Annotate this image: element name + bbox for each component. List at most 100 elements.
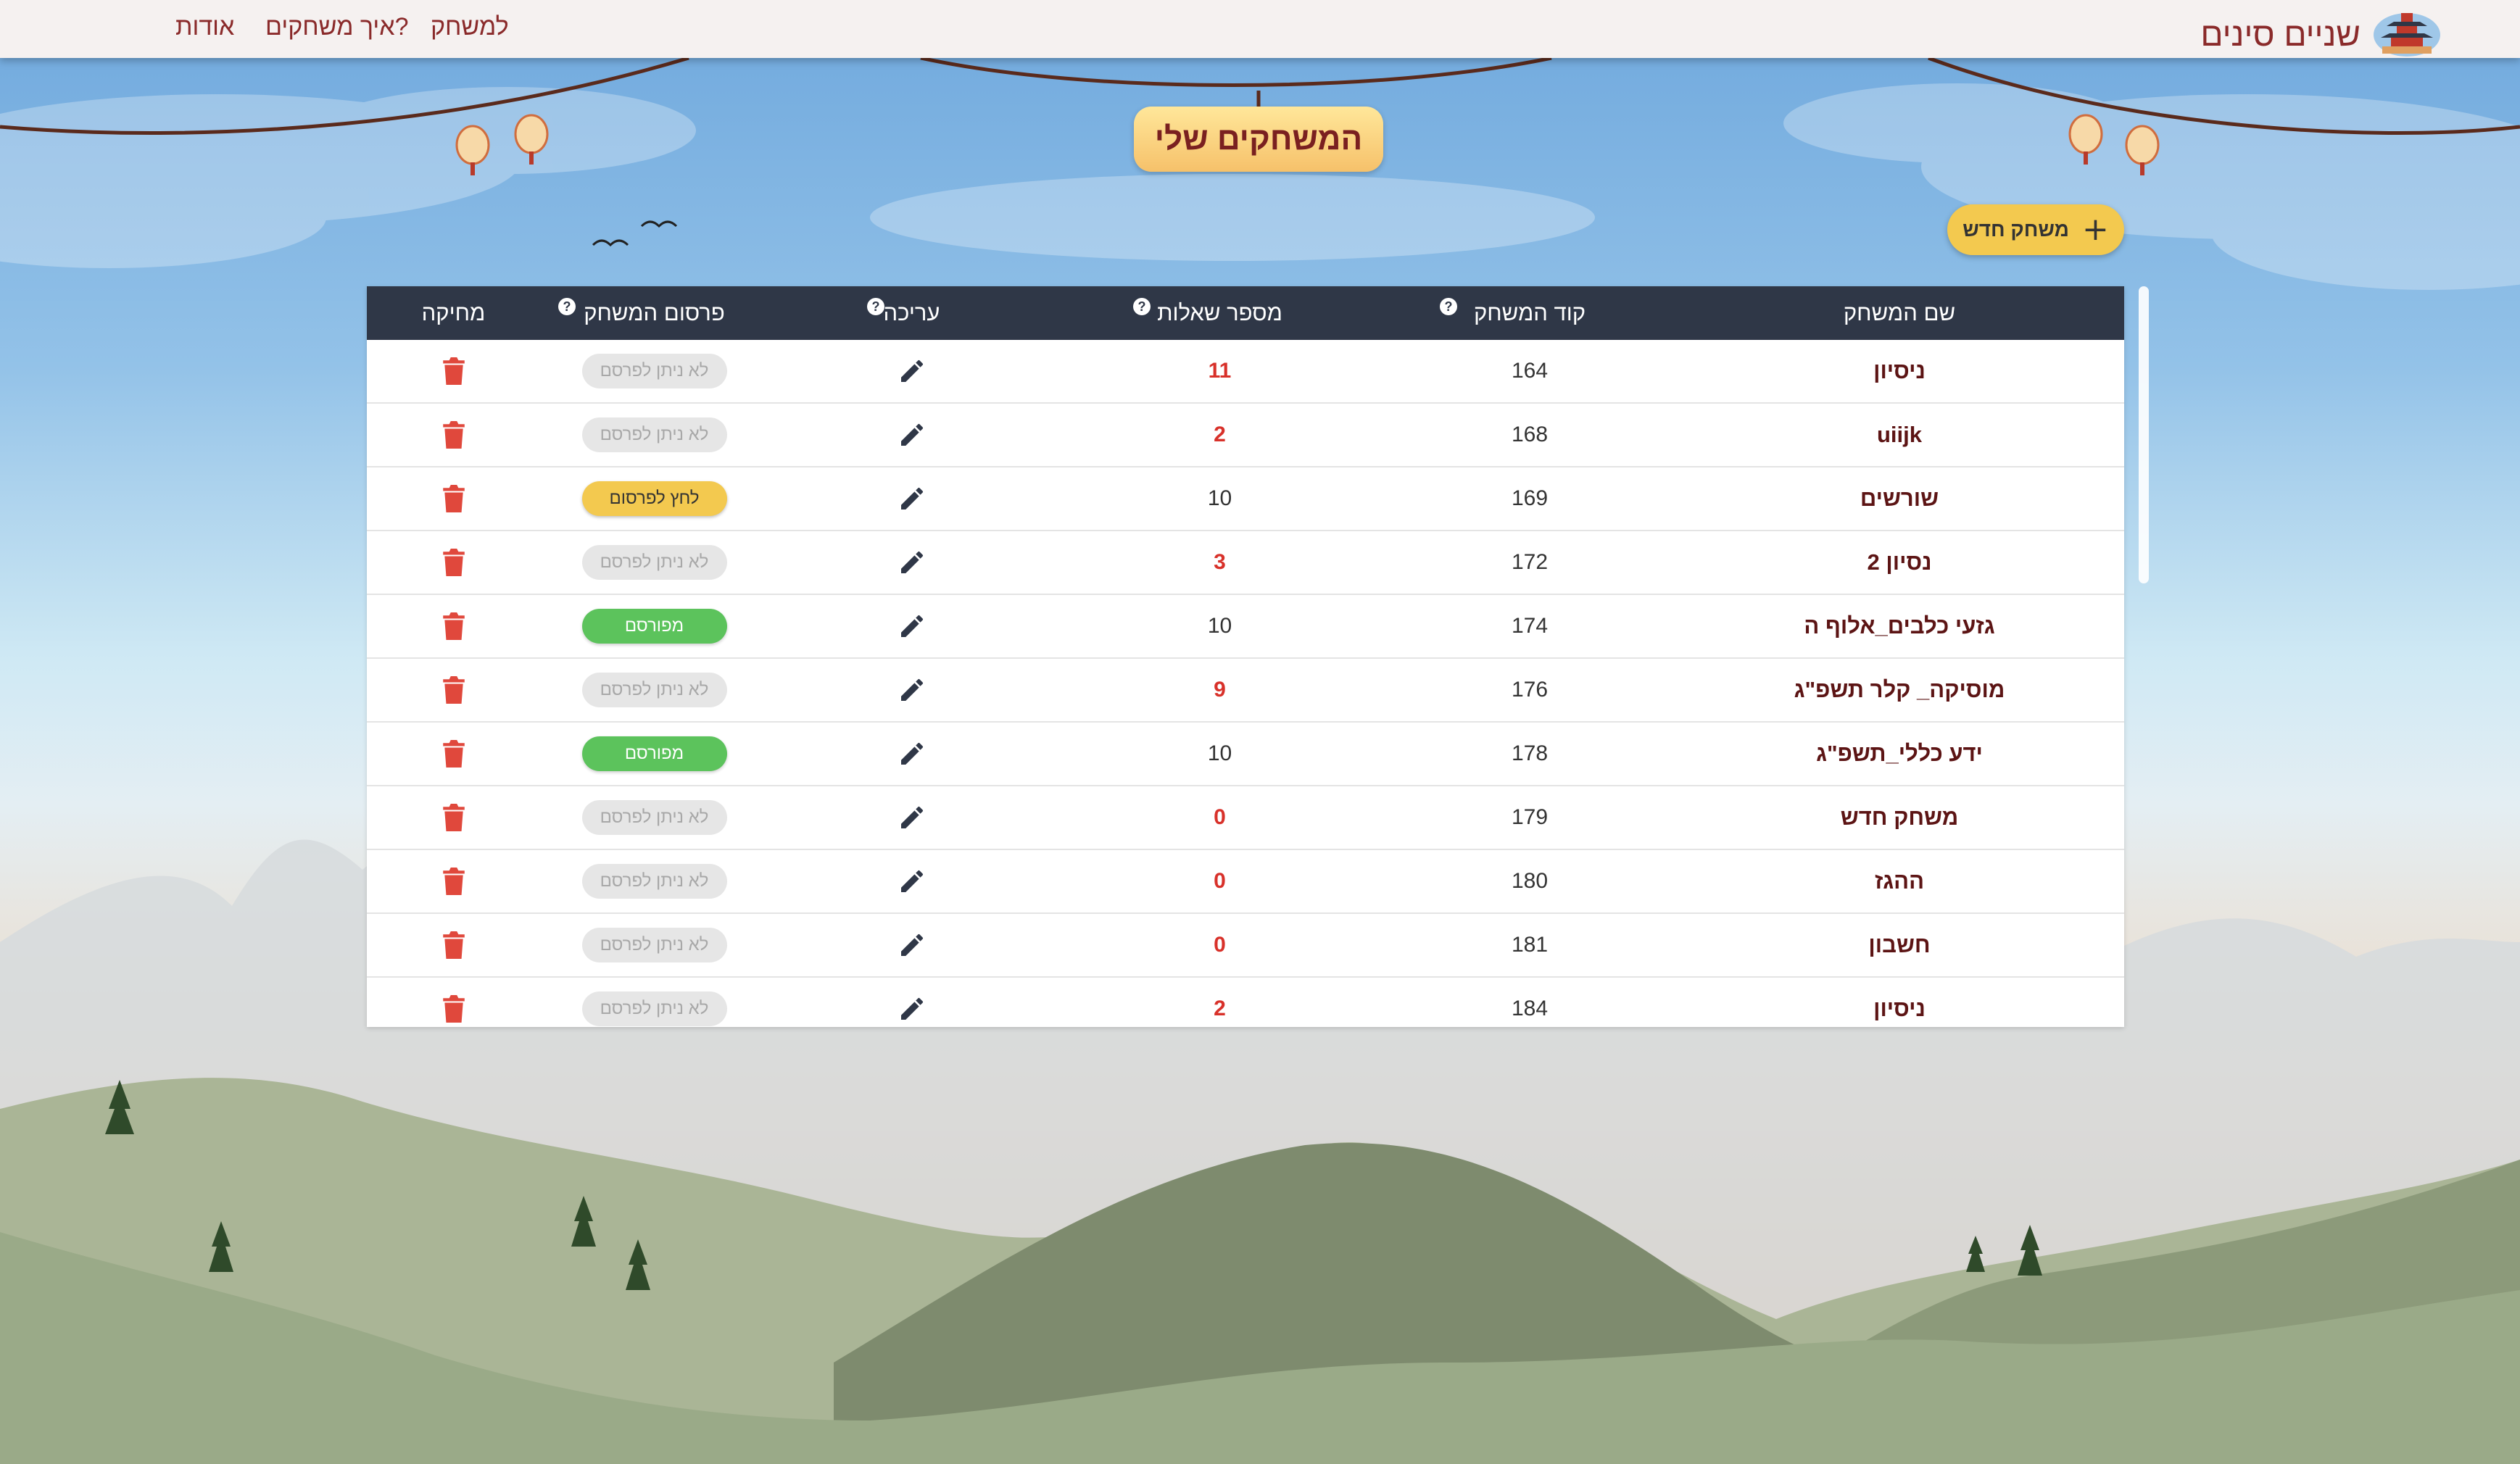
table-row: שורשים 169 10 לחץ לפרסום (367, 467, 2124, 531)
edit-cell (768, 531, 1055, 594)
game-code: 180 (1511, 869, 1549, 893)
publish-button: לא ניתן לפרסם (581, 417, 727, 452)
brand[interactable]: שניים סינים (2200, 9, 2442, 59)
code-cell: 178 (1385, 723, 1675, 785)
pencil-icon[interactable] (898, 931, 927, 960)
trash-icon[interactable] (442, 357, 465, 385)
pencil-icon[interactable] (898, 675, 927, 704)
pencil-icon[interactable] (898, 612, 927, 641)
code-cell: 179 (1385, 786, 1675, 849)
code-cell: 180 (1385, 850, 1675, 912)
name-cell: נסיון 2 (1675, 531, 2124, 594)
pencil-icon[interactable] (898, 420, 927, 449)
trash-icon[interactable] (442, 868, 465, 895)
game-code: 174 (1511, 614, 1549, 638)
pencil-icon[interactable] (898, 357, 927, 386)
help-icon[interactable]: ? (1133, 298, 1151, 315)
name-cell: uiijk (1675, 404, 2124, 466)
new-game-button[interactable]: + משחק חדש (1947, 204, 2124, 255)
table-row: נסיון 2 172 3 לא ניתן לפרסם (367, 531, 2124, 595)
publish-button: לא ניתן לפרסם (581, 928, 727, 962)
help-icon[interactable]: ? (1440, 298, 1457, 315)
table-scrollbar[interactable] (2139, 286, 2149, 583)
delete-cell (367, 850, 540, 912)
edit-cell (768, 659, 1055, 721)
trash-icon[interactable] (442, 804, 465, 831)
table-row: מוסיקה_ קלר תשפ"ג 176 9 לא ניתן לפרסם (367, 659, 2124, 723)
plus-icon: + (2081, 211, 2109, 248)
header-code-label: קוד המשחק (1473, 300, 1586, 325)
pencil-icon[interactable] (898, 994, 927, 1023)
trash-icon[interactable] (442, 995, 465, 1023)
questions-cell: 0 (1055, 850, 1385, 912)
publish-cell: לא ניתן לפרסם (540, 659, 768, 721)
pencil-icon[interactable] (898, 484, 927, 513)
questions-cell: 10 (1055, 467, 1385, 530)
table-row: חשבון 181 0 לא ניתן לפרסם (367, 914, 2124, 978)
header-publish-label: פרסום המשחק (584, 300, 725, 325)
code-cell: 176 (1385, 659, 1675, 721)
game-name: גזעי כלבים_אלוף ה (1804, 613, 1995, 639)
question-count: 0 (1214, 933, 1226, 957)
help-icon[interactable]: ? (867, 298, 884, 315)
question-count: 10 (1207, 741, 1232, 765)
game-name: נסיון 2 (1867, 549, 1932, 575)
publish-cell: לא ניתן לפרסם (540, 914, 768, 976)
edit-cell (768, 978, 1055, 1027)
game-code: 169 (1511, 486, 1549, 510)
game-code: 168 (1511, 423, 1549, 446)
publish-cell: לא ניתן לפרסם (540, 404, 768, 466)
question-count: 3 (1214, 550, 1226, 574)
publish-cell: מפורסם (540, 595, 768, 657)
game-name: ניסיון (1873, 996, 1926, 1021)
pencil-icon[interactable] (898, 867, 927, 896)
help-icon[interactable]: ? (558, 298, 576, 315)
game-name: ניסיון (1873, 358, 1926, 383)
new-game-label: משחק חדש (1962, 218, 2069, 241)
code-cell: 169 (1385, 467, 1675, 530)
publish-cell: לא ניתן לפרסם (540, 786, 768, 849)
publish-button: לא ניתן לפרסם (581, 991, 727, 1026)
trash-icon[interactable] (442, 549, 465, 576)
brand-title: שניים סינים (2200, 15, 2361, 53)
trash-icon[interactable] (442, 676, 465, 704)
table-row: ידע כללי_תשפ"ג 178 10 מפורסם (367, 723, 2124, 786)
trash-icon[interactable] (442, 740, 465, 768)
trash-icon[interactable] (442, 485, 465, 512)
nav-link-about[interactable]: אודות (175, 13, 234, 41)
code-cell: 184 (1385, 978, 1675, 1027)
question-count: 2 (1214, 997, 1226, 1020)
nav-link-how-to-play[interactable]: איך משחקים? (265, 13, 409, 41)
edit-cell (768, 723, 1055, 785)
games-table: שם המשחק קוד המשחק ? מספר שאלות ? עריכה … (367, 286, 2124, 1027)
questions-cell: 0 (1055, 914, 1385, 976)
game-code: 184 (1511, 997, 1549, 1020)
name-cell: ניסיון (1675, 978, 2124, 1027)
game-code: 172 (1511, 550, 1549, 574)
questions-cell: 2 (1055, 978, 1385, 1027)
trash-icon[interactable] (442, 421, 465, 449)
publish-cell: לחץ לפרסום (540, 467, 768, 530)
name-cell: גזעי כלבים_אלוף ה (1675, 595, 2124, 657)
publish-button[interactable]: לחץ לפרסום (581, 481, 727, 516)
nav-link-to-game[interactable]: למשחק (431, 13, 509, 41)
publish-button: מפורסם (581, 609, 727, 644)
delete-cell (367, 340, 540, 402)
code-cell: 164 (1385, 340, 1675, 402)
pencil-icon[interactable] (898, 548, 927, 577)
questions-cell: 9 (1055, 659, 1385, 721)
pencil-icon[interactable] (898, 739, 927, 768)
name-cell: מוסיקה_ קלר תשפ"ג (1675, 659, 2124, 721)
header-code: קוד המשחק ? (1385, 286, 1675, 340)
pencil-icon[interactable] (898, 803, 927, 832)
trash-icon[interactable] (442, 931, 465, 959)
header-edit: עריכה ? (768, 286, 1055, 340)
game-name: uiijk (1877, 422, 1923, 447)
trash-icon[interactable] (442, 612, 465, 640)
delete-cell (367, 659, 540, 721)
code-cell: 168 (1385, 404, 1675, 466)
delete-cell (367, 723, 540, 785)
game-name: שורשים (1860, 486, 1939, 511)
table-header: שם המשחק קוד המשחק ? מספר שאלות ? עריכה … (367, 286, 2124, 340)
delete-cell (367, 786, 540, 849)
